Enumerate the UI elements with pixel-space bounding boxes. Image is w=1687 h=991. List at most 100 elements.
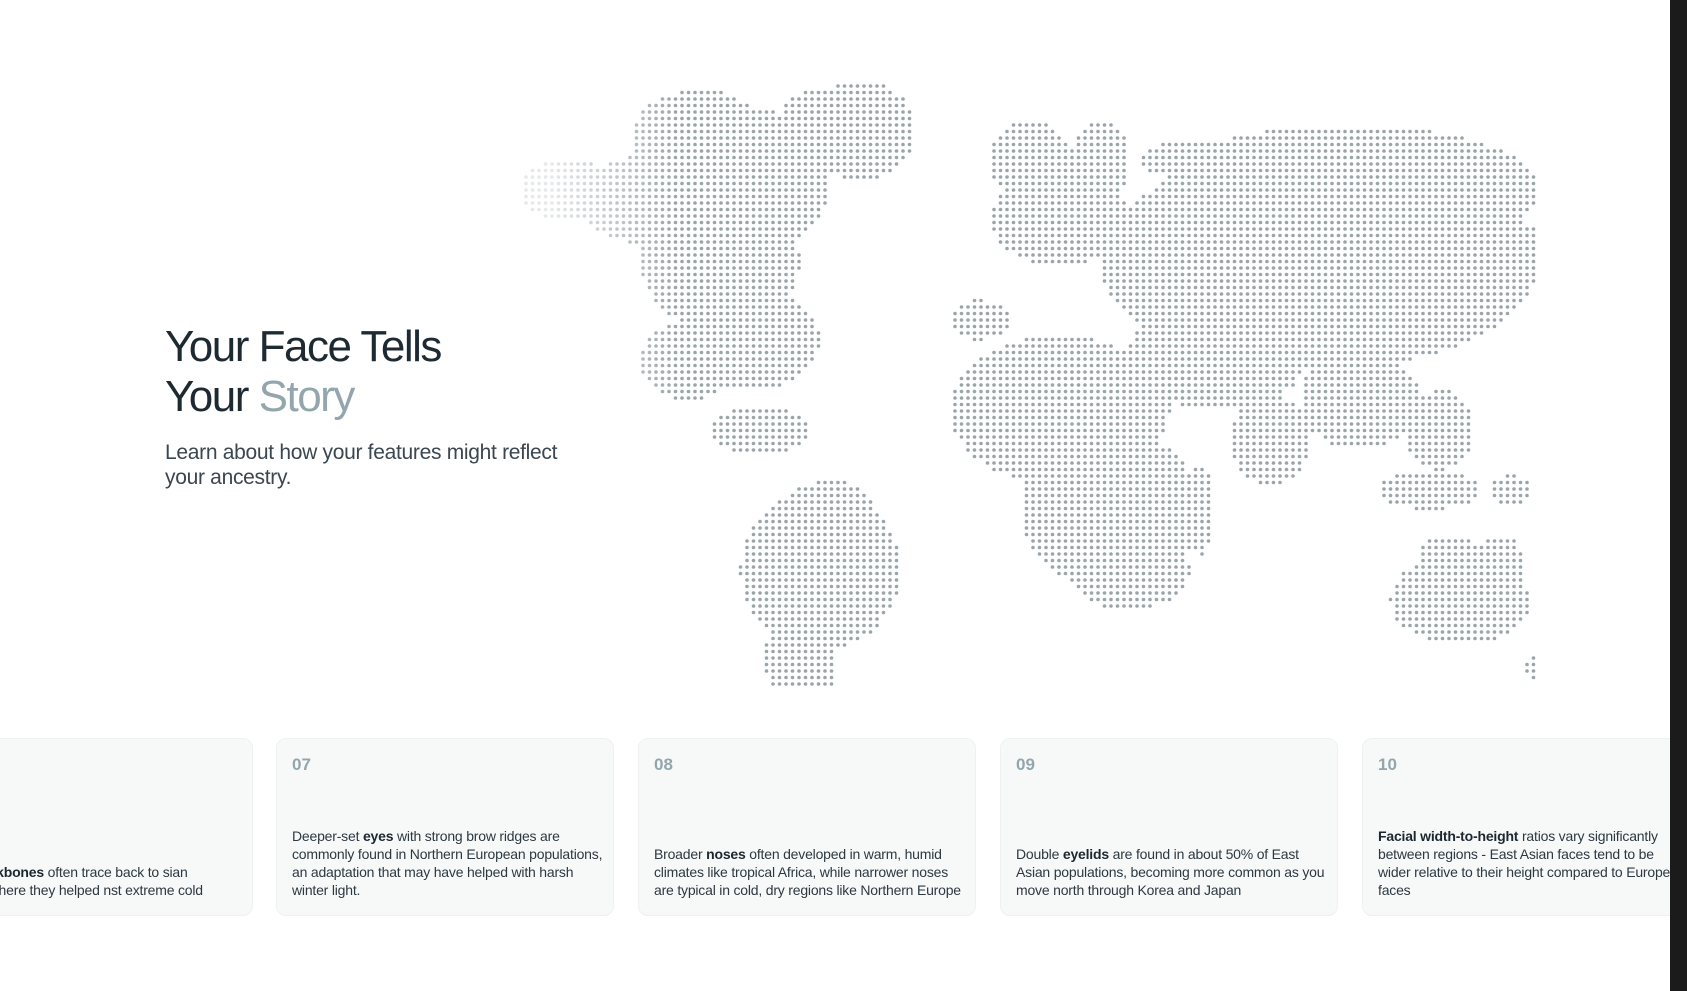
map-dot [836, 155, 840, 160]
map-dot [1193, 272, 1198, 277]
map-dot [1115, 155, 1120, 160]
map-dot [1005, 162, 1009, 166]
map-dot [790, 350, 795, 355]
map-dot [589, 162, 593, 166]
map-dot [1115, 526, 1120, 530]
map-dot [1083, 558, 1087, 563]
map-dot [771, 532, 775, 537]
map-dot [1109, 227, 1113, 231]
map-dot [1284, 370, 1289, 374]
map-dot [797, 175, 801, 179]
map-dot [706, 123, 710, 127]
map-dot [1109, 487, 1113, 491]
hero-title-word: Your [165, 372, 259, 421]
map-dot [693, 331, 697, 335]
map-dot [1031, 467, 1035, 472]
map-dot [1297, 168, 1302, 173]
map-dot [771, 441, 775, 446]
map-dot [803, 188, 808, 192]
map-dot [894, 584, 899, 589]
map-dot [1154, 383, 1159, 387]
map-dot [758, 350, 762, 355]
map-dot [790, 311, 795, 316]
map-dot [1011, 168, 1016, 173]
map-dot [1206, 487, 1211, 491]
map-dot [1115, 461, 1120, 465]
map-dot [712, 246, 717, 251]
map-dot [803, 675, 808, 680]
map-dot [1141, 162, 1146, 166]
map-dot [1167, 454, 1172, 459]
map-dot [745, 129, 749, 134]
map-dot [738, 233, 743, 238]
map-dot [1206, 350, 1211, 355]
map-dot [660, 298, 665, 303]
map-dot [1161, 155, 1165, 160]
map-dot [1206, 285, 1211, 290]
map-dot [1291, 168, 1295, 173]
map-dot [1024, 370, 1029, 374]
map-dot [667, 253, 671, 257]
map-dot [849, 155, 853, 160]
map-dot [992, 402, 996, 407]
map-dot [667, 110, 671, 114]
map-dot [1083, 493, 1087, 498]
map-dot [751, 552, 756, 556]
map-dot [784, 591, 788, 595]
map-dot [836, 617, 840, 621]
map-dot [1161, 591, 1165, 595]
map-dot [686, 97, 691, 101]
map-dot [1291, 376, 1295, 381]
map-dot [725, 129, 730, 134]
map-dot [1083, 344, 1087, 348]
map-dot [1037, 415, 1042, 420]
map-dot [673, 103, 678, 108]
map-dot [543, 201, 548, 205]
map-dot [849, 129, 853, 134]
map-dot [1102, 240, 1107, 244]
map-dot [1057, 415, 1061, 420]
map-dot [1096, 376, 1100, 381]
map-dot [1128, 480, 1133, 485]
map-dot [621, 188, 626, 192]
map-dot [751, 285, 756, 290]
map-dot [1193, 519, 1198, 524]
map-dot [1089, 545, 1094, 550]
map-dot [1206, 396, 1211, 400]
map-dot [1050, 227, 1055, 231]
map-dot [816, 90, 821, 95]
map-dot [764, 513, 769, 517]
map-dot [1050, 409, 1055, 413]
map-dot [745, 279, 749, 283]
map-dot [1154, 259, 1159, 264]
map-dot [1180, 578, 1185, 582]
map-dot [855, 97, 860, 101]
map-dot [615, 162, 619, 166]
map-dot [1304, 155, 1308, 160]
map-dot [1096, 441, 1100, 446]
map-dot [784, 682, 788, 686]
map-dot [732, 129, 736, 134]
map-dot [816, 532, 821, 537]
map-dot [654, 233, 658, 238]
map-dot [1284, 259, 1289, 264]
map-dot [1102, 532, 1107, 537]
map-dot [1167, 461, 1172, 465]
map-dot [810, 565, 814, 569]
map-dot [777, 272, 782, 277]
map-dot [784, 363, 788, 368]
map-dot [751, 415, 756, 420]
map-dot [771, 539, 775, 543]
map-dot [1044, 487, 1048, 491]
map-dot [1187, 272, 1191, 277]
map-dot [745, 298, 749, 303]
map-dot [1050, 207, 1055, 212]
map-dot [1252, 136, 1256, 140]
map-dot [647, 240, 652, 244]
map-dot [751, 441, 756, 446]
map-dot [1154, 513, 1159, 517]
map-dot [816, 110, 821, 114]
map-dot [732, 441, 736, 446]
map-dot [1278, 454, 1282, 459]
map-dot [634, 162, 639, 166]
